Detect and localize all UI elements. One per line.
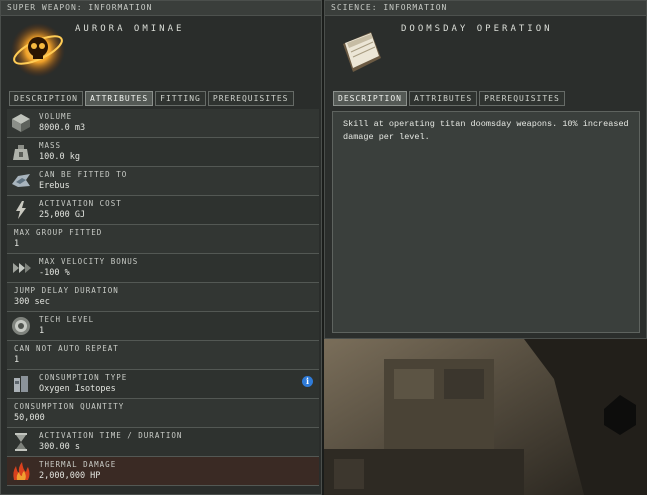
attribute-row-jump-delay-duration[interactable]: Jump Delay Duration 300 sec — [7, 283, 319, 312]
tab-prerequisites[interactable]: PREREQUISITES — [479, 91, 565, 106]
attribute-value: Oxygen Isotopes — [39, 384, 116, 394]
tab-description[interactable]: DESCRIPTION — [9, 91, 83, 106]
attribute-label: Consumption Quantity — [14, 402, 125, 411]
isotope-canister-icon — [14, 376, 28, 392]
science-info-window: Science: Information DOOMSDAY OPERATION … — [324, 0, 647, 339]
attribute-row-max-velocity-bonus[interactable]: Max Velocity Bonus -100 % — [7, 254, 319, 283]
tab-bar: DESCRIPTION ATTRIBUTES FITTING PREREQUIS… — [9, 91, 294, 106]
attribute-value: -100 % — [39, 268, 70, 278]
attribute-label: Volume — [39, 112, 73, 121]
tab-fitting[interactable]: FITTING — [155, 91, 206, 106]
tab-prerequisites[interactable]: PREREQUISITES — [207, 91, 294, 106]
window-title[interactable]: Science: Information — [325, 1, 646, 16]
attribute-value: 300 sec — [14, 297, 50, 307]
tab-description[interactable]: DESCRIPTION — [333, 91, 407, 106]
attribute-value: Erebus — [39, 181, 70, 191]
window-title[interactable]: Super Weapon: Information — [1, 1, 321, 16]
attribute-label: Can not auto repeat — [14, 344, 119, 353]
item-header: AURORA OMINAE DESCRIPTION ATTRIBUTES FIT… — [1, 16, 321, 106]
attribute-value: 25,000 GJ — [39, 210, 86, 220]
attribute-label: Max Group Fitted — [14, 228, 103, 237]
attribute-row-thermal-damage[interactable]: Thermal Damage 2,000,000 HP — [7, 457, 319, 486]
item-name: DOOMSDAY OPERATION — [401, 24, 553, 34]
attribute-label: Consumption Type — [39, 373, 128, 382]
attribute-value: 1 — [14, 355, 20, 365]
cube-icon — [12, 114, 30, 132]
attribute-label: Jump Delay Duration — [14, 286, 119, 295]
attribute-row-max-group-fitted[interactable]: Max Group Fitted 1 — [7, 225, 319, 254]
attribute-label: Thermal Damage — [39, 460, 117, 469]
hourglass-icon — [15, 433, 27, 451]
attribute-value: 1 — [14, 239, 20, 249]
attribute-value: 8000.0 m3 — [39, 123, 86, 133]
attribute-label: Max Velocity Bonus — [39, 257, 139, 266]
attribute-row-mass[interactable]: Mass 100.0 kg — [7, 138, 319, 167]
attribute-row-consumption-quantity[interactable]: Consumption Quantity 50,000 — [7, 399, 319, 428]
weight-icon — [13, 145, 29, 160]
attribute-list: Volume 8000.0 m3 Mass 100.0 kg Can be fi… — [7, 109, 319, 486]
super-weapon-info-window: Super Weapon: Information AURORA OMINAE … — [0, 0, 322, 495]
attribute-label: Mass — [39, 141, 62, 150]
ship-icon — [12, 174, 30, 187]
velocity-arrows-icon — [13, 263, 31, 273]
attribute-row-volume[interactable]: Volume 8000.0 m3 — [7, 109, 319, 138]
attribute-label: Can be fitted to — [39, 170, 128, 179]
attribute-value: 1 — [39, 326, 45, 336]
attribute-row-fitted-to[interactable]: Can be fitted to Erebus — [7, 167, 319, 196]
tab-bar: DESCRIPTION ATTRIBUTES PREREQUISITES — [333, 91, 565, 106]
tech-level-icon — [12, 317, 30, 335]
attribute-row-activation-cost[interactable]: Activation Cost 25,000 GJ — [7, 196, 319, 225]
thermal-flame-icon — [13, 462, 30, 480]
doomsday-skull-icon — [11, 23, 65, 77]
tab-attributes[interactable]: ATTRIBUTES — [408, 91, 478, 106]
attribute-label: Tech Level — [39, 315, 95, 324]
attribute-row-activation-time[interactable]: Activation time / duration 300.00 s — [7, 428, 319, 457]
attribute-row-tech-level[interactable]: Tech Level 1 — [7, 312, 319, 341]
attribute-row-can-not-auto-repeat[interactable]: Can not auto repeat 1 — [7, 341, 319, 370]
attribute-value: 2,000,000 HP — [39, 471, 101, 481]
attribute-value: 300.00 s — [39, 442, 80, 452]
attribute-value: 50,000 — [14, 413, 45, 423]
attribute-row-consumption-type[interactable]: Consumption Type Oxygen Isotopes i — [7, 370, 319, 399]
attribute-label: Activation time / duration — [39, 431, 183, 440]
item-header: DOOMSDAY OPERATION DESCRIPTION ATTRIBUTE… — [325, 16, 646, 106]
attribute-value: 100.0 kg — [39, 152, 80, 162]
item-name: AURORA OMINAE — [75, 24, 185, 34]
tab-attributes[interactable]: ATTRIBUTES — [84, 91, 154, 106]
description-text: Skill at operating titan doomsday weapon… — [332, 111, 640, 333]
skillbook-icon — [343, 32, 381, 72]
capacitor-icon — [16, 201, 26, 219]
attribute-label: Activation Cost — [39, 199, 122, 208]
game-background-scene — [324, 339, 647, 495]
info-icon[interactable]: i — [302, 376, 313, 387]
